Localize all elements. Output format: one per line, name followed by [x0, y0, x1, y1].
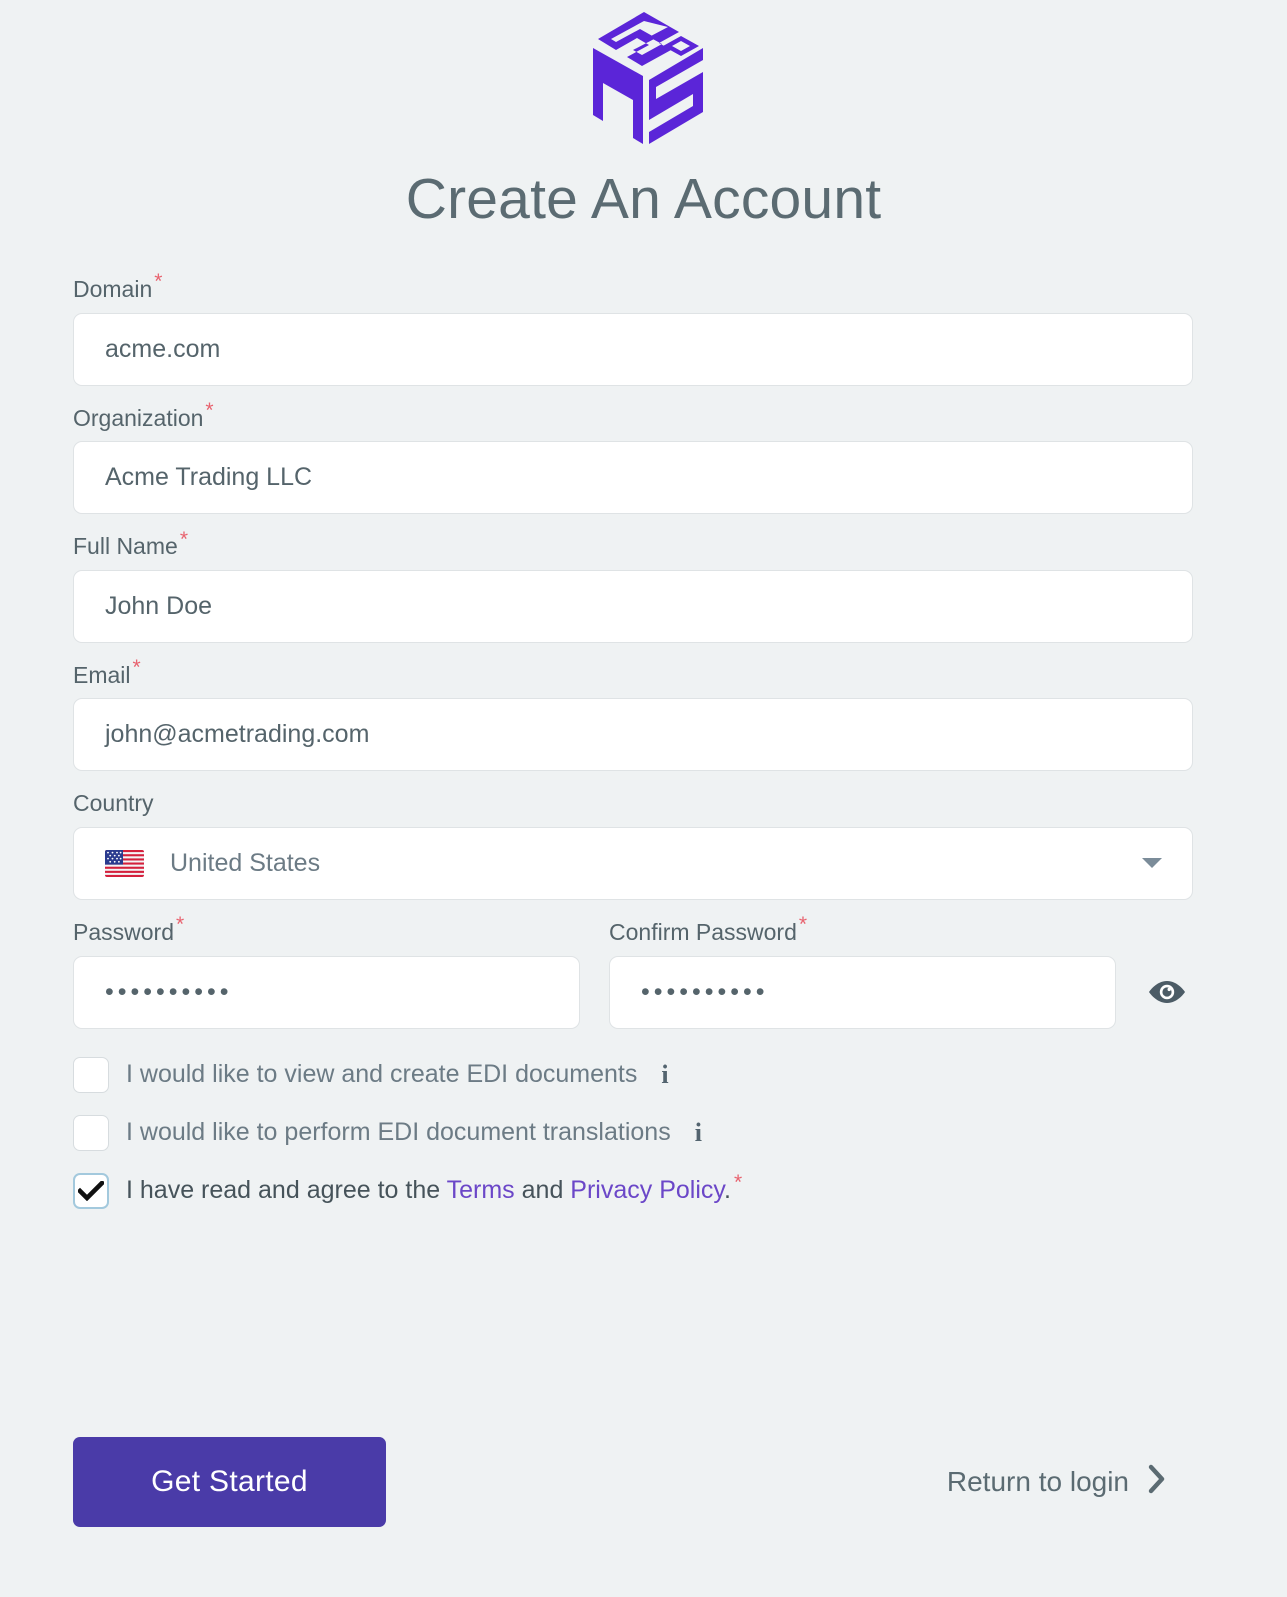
required-asterisk: *: [132, 656, 141, 680]
label-password: Password*: [73, 913, 185, 945]
required-asterisk: *: [175, 913, 185, 937]
checkbox-label-perform-edi-translations: I would like to perform EDI document tra…: [126, 1117, 671, 1146]
options-checkbox-group: I would like to view and create EDI docu…: [73, 1056, 1193, 1209]
field-full-name: Full Name* John Doe: [73, 527, 1193, 643]
return-to-login-label: Return to login: [946, 1466, 1129, 1497]
confirm-password-input[interactable]: ••••••••••: [609, 955, 1116, 1029]
label-country: Country: [73, 790, 154, 817]
info-icon[interactable]: i: [695, 1119, 702, 1146]
terms-agreement-text: I have read and agree to the Terms and P…: [126, 1172, 742, 1205]
label-organization: Organization*: [73, 398, 214, 431]
label-domain: Domain*: [73, 270, 163, 302]
required-asterisk: *: [154, 270, 163, 294]
chevron-right-icon: [1147, 1463, 1167, 1502]
terms-text-after: .: [724, 1176, 731, 1205]
required-asterisk: *: [205, 398, 214, 422]
field-organization: Organization* Acme Trading LLC: [73, 398, 1193, 515]
organization-input[interactable]: Acme Trading LLC: [73, 441, 1193, 515]
chevron-down-icon[interactable]: [1142, 858, 1162, 869]
flag-united-states-icon: [105, 849, 144, 877]
eye-icon: [1149, 981, 1185, 1004]
label-email: Email*: [73, 656, 141, 688]
get-started-button[interactable]: Get Started: [73, 1437, 386, 1527]
domain-input[interactable]: acme.com: [73, 312, 1193, 386]
label-full-name: Full Name*: [73, 527, 188, 560]
field-email: Email* john@acmetrading.com: [73, 656, 1193, 772]
email-input[interactable]: john@acmetrading.com: [73, 698, 1193, 772]
password-masked-value: ••••••••••: [105, 977, 233, 1006]
field-password: Password* ••••••••••: [73, 913, 580, 1029]
form-footer: Get Started Return to login: [73, 1437, 1193, 1527]
password-row: Password* •••••••••• Confirm Password* •…: [73, 913, 1193, 1029]
terms-text-before: I have read and agree to the: [126, 1176, 447, 1205]
terms-text-middle: and: [514, 1176, 571, 1205]
full-name-input[interactable]: John Doe: [73, 569, 1193, 643]
field-domain: Domain* acme.com: [73, 270, 1193, 386]
page-title: Create An Account: [405, 167, 882, 231]
toggle-password-visibility-button[interactable]: [1141, 956, 1193, 1029]
brand-logo: [0, 8, 1287, 152]
signup-page: Create An Account Domain* acme.com Organ…: [0, 0, 1287, 1597]
checkbox-row-terms: I have read and agree to the Terms and P…: [73, 1172, 1193, 1209]
signup-form: Domain* acme.com Organization* Acme Trad…: [73, 270, 1193, 1209]
checkbox-label-view-create-edi: I would like to view and create EDI docu…: [126, 1059, 638, 1088]
field-country: Country United States: [73, 790, 1193, 900]
return-to-login-link[interactable]: Return to login: [947, 1463, 1167, 1502]
checkmark-icon: [78, 1180, 104, 1201]
terms-link[interactable]: Terms: [447, 1176, 515, 1204]
privacy-policy-link[interactable]: Privacy Policy: [570, 1176, 724, 1204]
checkbox-view-create-edi[interactable]: [73, 1056, 109, 1093]
checkbox-row-view-create-edi: I would like to view and create EDI docu…: [73, 1056, 1193, 1093]
required-asterisk: *: [798, 913, 808, 937]
confirm-password-masked-value: ••••••••••: [641, 977, 769, 1006]
required-asterisk: *: [179, 527, 188, 551]
cube-logo-icon: [592, 12, 703, 144]
field-confirm-password: Confirm Password* ••••••••••: [609, 913, 1116, 1029]
info-icon[interactable]: i: [661, 1061, 668, 1088]
checkbox-terms-agree[interactable]: [73, 1172, 109, 1209]
checkbox-row-perform-edi-translations: I would like to perform EDI document tra…: [73, 1114, 1193, 1151]
country-selected-value: United States: [170, 848, 321, 877]
checkbox-perform-edi-translations[interactable]: [73, 1114, 109, 1151]
country-select[interactable]: United States: [73, 826, 1193, 900]
label-confirm-password: Confirm Password*: [609, 913, 808, 945]
required-asterisk: *: [734, 1170, 743, 1194]
password-input[interactable]: ••••••••••: [73, 955, 580, 1029]
